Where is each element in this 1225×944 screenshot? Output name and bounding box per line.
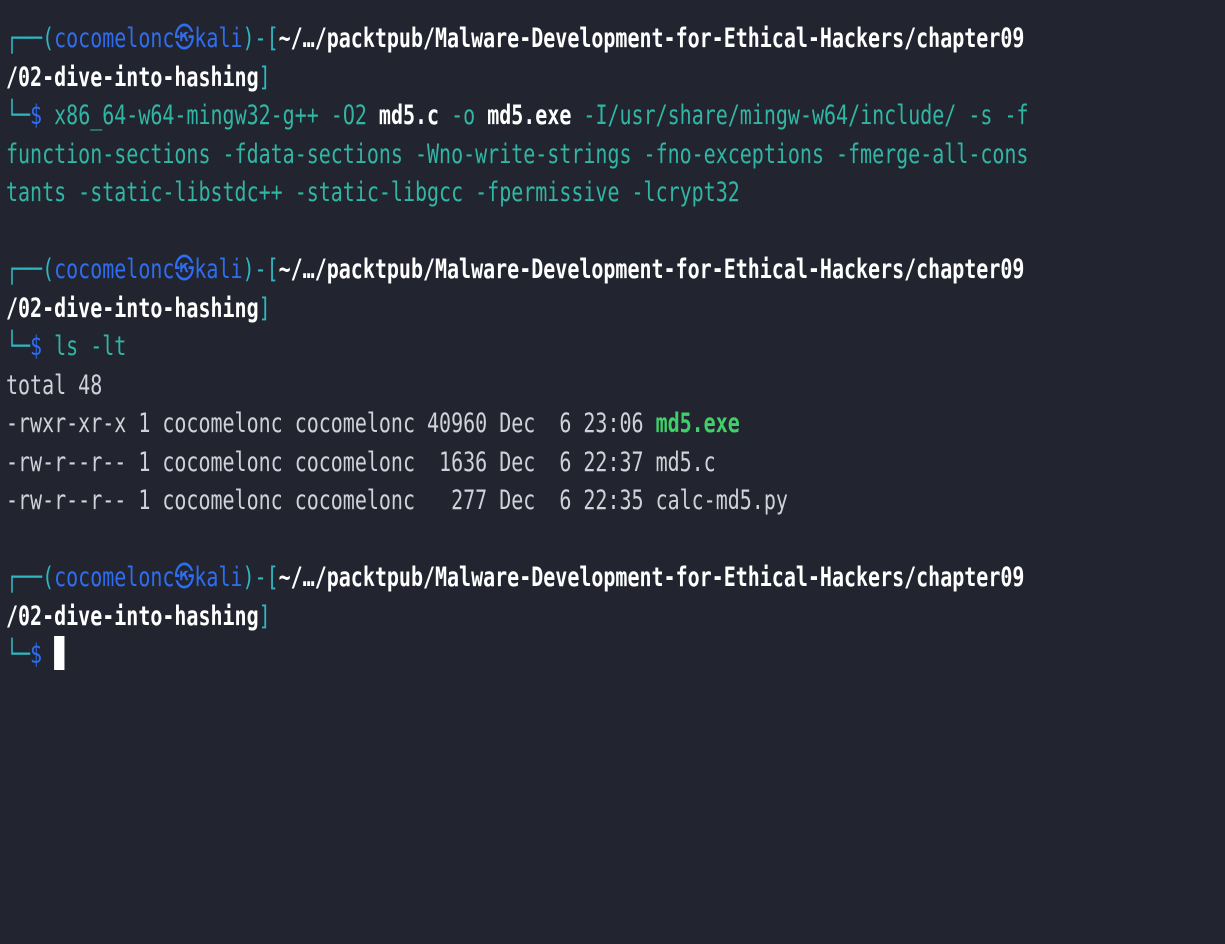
terminal-window[interactable]: ┌──(cocomelonc㉿kali)-[~/…/packtpub/Malwa… — [0, 0, 1225, 944]
command-continuation: tants -static-libstdc++ -static-libgcc -… — [6, 174, 908, 213]
ls-output: total 48 -rwxr-xr-x 1 cocomelonc cocomel… — [6, 367, 1225, 521]
ls-file-name: md5.exe — [655, 408, 740, 439]
command-segment: ls -lt — [54, 331, 127, 362]
prompt-dollar: $ — [30, 100, 43, 131]
prompt-path: ~/…/packtpub/Malware-Development-for-Eth… — [278, 23, 1025, 54]
prompt-user: cocomelonc — [54, 23, 175, 54]
ls-row-meta: -rwxr-xr-x 1 cocomelonc cocomelonc 40960… — [6, 408, 656, 439]
prompt-line: ┌──(cocomelonc㉿kali)-[~/…/packtpub/Malwa… — [6, 23, 1025, 54]
ls-row: -rw-r--r-- 1 cocomelonc cocomelonc 277 D… — [6, 482, 908, 521]
command-line: └─$ x86_64-w64-mingw32-g++ -O2 md5.c -o … — [6, 100, 1029, 131]
prompt-path: ~/…/packtpub/Malware-Development-for-Eth… — [278, 254, 1025, 285]
prompt-block-2: ┌──(cocomelonc㉿kali)-[~/…/packtpub/Malwa… — [6, 251, 1225, 367]
ls-row: -rw-r--r-- 1 cocomelonc cocomelonc 1636 … — [6, 444, 908, 483]
prompt-path-continued: /02-dive-into-hashing] — [6, 292, 271, 324]
ls-row: -rwxr-xr-x 1 cocomelonc cocomelonc 40960… — [6, 405, 908, 444]
prompt-host: kali — [194, 23, 243, 54]
prompt-path-continued: /02-dive-into-hashing] — [6, 61, 271, 93]
ls-file-name: md5.c — [655, 446, 716, 478]
prompt-host: kali — [194, 254, 243, 285]
command-line: └─$ ls -lt — [6, 331, 127, 362]
prompt-line: ┌──(cocomelonc㉿kali)-[~/…/packtpub/Malwa… — [6, 562, 1025, 593]
prompt-dollar: $ — [30, 639, 43, 670]
prompt-path-continued: /02-dive-into-hashing] — [6, 600, 271, 632]
command-segment: function-sections -fdata-sections -Wno-w… — [6, 138, 1029, 170]
ls-total: total 48 — [6, 369, 103, 401]
prompt-path: ~/…/packtpub/Malware-Development-for-Eth… — [278, 562, 1025, 593]
command-continuation: function-sections -fdata-sections -Wno-w… — [6, 136, 1028, 175]
prompt-host: kali — [194, 562, 243, 593]
prompt-block-3: ┌──(cocomelonc㉿kali)-[~/…/packtpub/Malwa… — [6, 559, 1225, 675]
prompt-block-1: ┌──(cocomelonc㉿kali)-[~/…/packtpub/Malwa… — [6, 20, 1225, 213]
command-line[interactable]: └─$ — [6, 636, 908, 675]
prompt-at-icon: ㉿ — [174, 23, 195, 54]
command-text: x86_64-w64-mingw32-g++ -O2 md5.c -o md5.… — [54, 100, 1028, 131]
command-segment: x86_64-w64-mingw32-g++ -O2 — [54, 100, 379, 131]
ls-row-meta: -rw-r--r-- 1 cocomelonc cocomelonc 1636 … — [6, 446, 656, 478]
prompt-line: ┌──(cocomelonc㉿kali)-[~/…/packtpub/Malwa… — [6, 254, 1025, 285]
command-segment: md5.exe — [487, 100, 572, 131]
prompt-user: cocomelonc — [54, 254, 175, 285]
command-segment: md5.c — [378, 100, 440, 131]
command-segment: -I/usr/share/mingw-w64/include/ -s -f — [571, 100, 1029, 131]
ls-row-meta: -rw-r--r-- 1 cocomelonc cocomelonc 277 D… — [6, 485, 656, 516]
prompt-at-icon: ㉿ — [174, 562, 195, 593]
prompt-dollar: $ — [30, 331, 43, 362]
prompt-user: cocomelonc — [54, 562, 175, 593]
ls-file-name: calc-md5.py — [655, 485, 788, 516]
text-cursor[interactable] — [54, 636, 65, 670]
command-text: ls -lt — [54, 331, 126, 362]
command-segment: tants -static-libstdc++ -static-libgcc -… — [6, 177, 740, 208]
command-segment: -o — [439, 100, 488, 131]
prompt-at-icon: ㉿ — [174, 254, 195, 285]
